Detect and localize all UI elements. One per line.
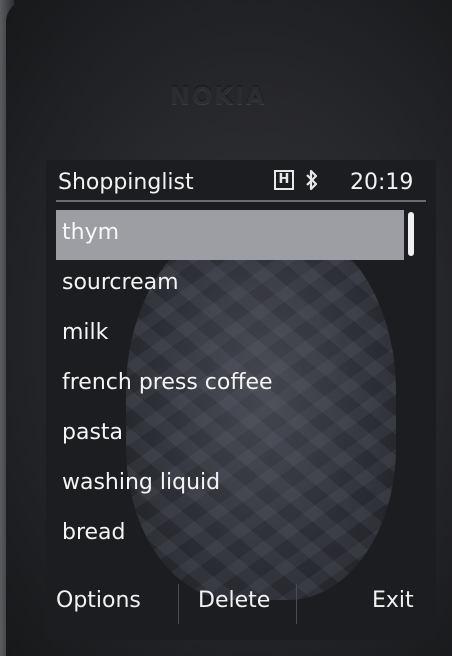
list-item[interactable]: french press coffee: [56, 360, 404, 410]
list-item[interactable]: milk: [56, 310, 404, 360]
softkey-bar: Options Delete Exit: [46, 582, 436, 632]
hsdpa-network-icon: H: [274, 170, 294, 190]
list-item[interactable]: sourcream: [56, 260, 404, 310]
shopping-list: thym sourcream milk french press coffee …: [56, 210, 404, 560]
options-softkey[interactable]: Options: [56, 588, 141, 613]
header-divider: [56, 200, 426, 202]
brand-logo: NOKIA: [170, 82, 267, 110]
phone-screen: Shoppinglist H 20:19 thym sourcream milk…: [46, 160, 436, 640]
clock: 20:19: [350, 170, 414, 195]
app-title: Shoppinglist: [58, 170, 194, 195]
photo-scene: NOKIA Shoppinglist H 20:19 thym sourcrea…: [0, 0, 452, 656]
list-item[interactable]: bread: [56, 510, 404, 560]
bluetooth-icon: [304, 168, 320, 192]
softkey-divider: [178, 584, 179, 624]
softkey-divider: [296, 584, 297, 624]
list-item[interactable]: pasta: [56, 410, 404, 460]
scrollbar-thumb[interactable]: [408, 212, 414, 256]
status-bar: Shoppinglist H 20:19: [46, 160, 436, 202]
exit-softkey[interactable]: Exit: [372, 588, 414, 613]
list-item[interactable]: washing liquid: [56, 460, 404, 510]
delete-softkey[interactable]: Delete: [198, 588, 270, 613]
list-item[interactable]: thym: [56, 210, 404, 260]
